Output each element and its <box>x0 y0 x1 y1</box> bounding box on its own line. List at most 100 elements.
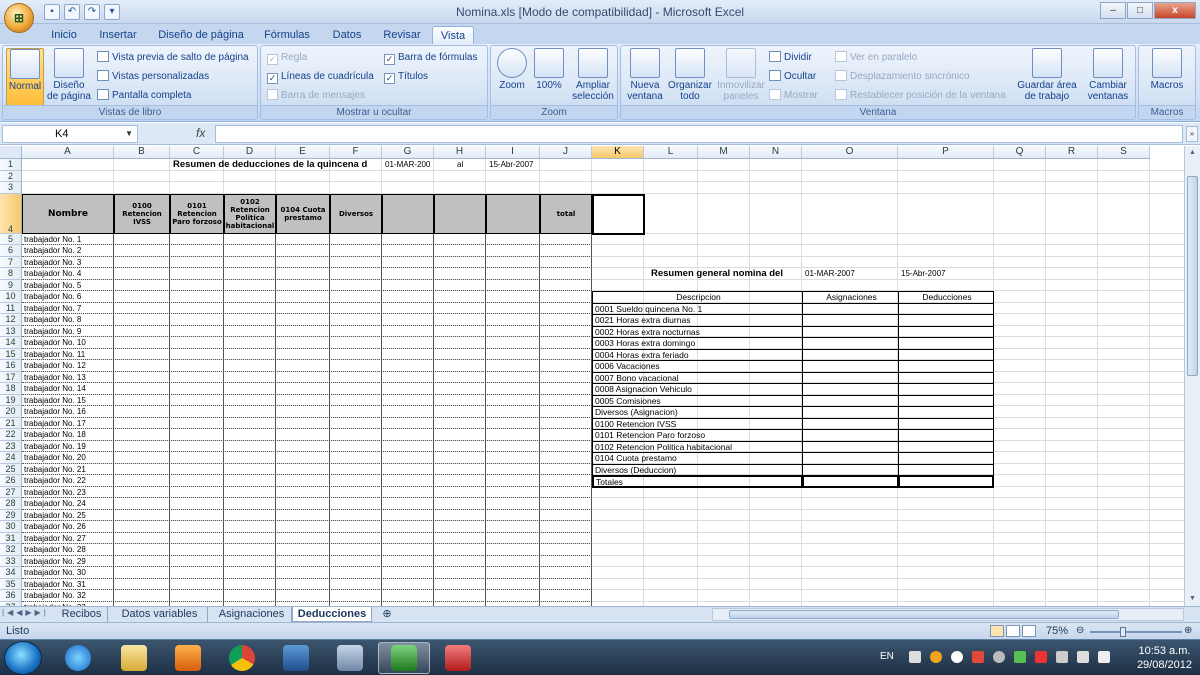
macros-button[interactable]: Macros <box>1145 48 1189 91</box>
gridlines-checkbox[interactable]: ✓ Líneas de cuadrícula <box>267 69 374 85</box>
reset-position-button[interactable]: Restablecer posición de la ventana <box>835 88 1006 104</box>
row-header[interactable]: 11 <box>0 302 22 314</box>
vertical-scrollbar[interactable]: ▲ ▼ <box>1184 146 1200 606</box>
column-header-l[interactable]: L <box>644 146 698 159</box>
zoom-slider[interactable] <box>1090 627 1182 637</box>
worksheet-grid[interactable]: A B C D E F G H I J K L M N O P Q R S 1 2 3 4 5 6 7 8 9 10 11 12 13 14 15… <box>0 146 1184 606</box>
row-header[interactable]: 21 <box>0 417 22 429</box>
language-indicator[interactable]: EN <box>880 651 894 663</box>
row-header[interactable]: 12 <box>0 314 22 326</box>
column-header-p[interactable]: P <box>898 146 994 159</box>
column-header-n[interactable]: N <box>750 146 802 159</box>
freeze-panes-button[interactable]: Inmovilizar paneles <box>715 48 767 102</box>
formula-input[interactable] <box>215 125 1183 143</box>
row-header[interactable]: 20 <box>0 406 22 418</box>
column-header-k[interactable]: K <box>592 146 644 159</box>
tab-formulas[interactable]: Fórmulas <box>258 26 316 44</box>
row-header[interactable]: 2 <box>0 170 22 182</box>
row-header[interactable]: 5 <box>0 233 22 245</box>
row-header[interactable]: 15 <box>0 348 22 360</box>
split-button[interactable]: Dividir <box>769 50 812 66</box>
tab-revisar[interactable]: Revisar <box>378 26 426 44</box>
taskbar-ie[interactable] <box>52 642 104 674</box>
save-workspace-button[interactable]: Guardar área de trabajo <box>1017 48 1077 102</box>
tray-gear-icon[interactable] <box>992 651 1005 663</box>
headings-checkbox[interactable]: ✓ Títulos <box>384 69 428 85</box>
row-header[interactable]: 33 <box>0 555 22 567</box>
row-header[interactable]: 8 <box>0 268 22 280</box>
vertical-scroll-thumb[interactable] <box>1187 176 1198 376</box>
full-screen-button[interactable]: Pantalla completa <box>97 88 192 104</box>
column-header-a[interactable]: A <box>22 146 114 159</box>
hide-button[interactable]: Ocultar <box>769 69 816 85</box>
tray-av-icon[interactable] <box>929 651 942 663</box>
taskbar-word[interactable] <box>270 642 322 674</box>
tray-flag-icon[interactable] <box>1034 651 1047 663</box>
selected-cell-k4[interactable] <box>592 193 645 235</box>
row-header[interactable]: 24 <box>0 452 22 464</box>
tray-alert-icon[interactable] <box>971 651 984 663</box>
row-header[interactable]: 23 <box>0 440 22 452</box>
office-button[interactable]: ⊞ <box>4 3 34 33</box>
column-header-m[interactable]: M <box>698 146 750 159</box>
column-header-s[interactable]: S <box>1098 146 1150 159</box>
switch-windows-button[interactable]: Cambiar ventanas <box>1083 48 1133 102</box>
close-button[interactable]: x <box>1154 2 1196 19</box>
row-header[interactable]: 17 <box>0 371 22 383</box>
tray-sync-icon[interactable] <box>1013 651 1026 663</box>
row-header[interactable]: 27 <box>0 486 22 498</box>
column-header-h[interactable]: H <box>434 146 486 159</box>
horizontal-scrollbar[interactable] <box>712 608 1184 621</box>
page-layout-button[interactable]: Diseño de página <box>47 48 91 102</box>
row-header[interactable]: 35 <box>0 578 22 590</box>
zoom-out-icon[interactable]: ⊖ <box>1076 625 1084 636</box>
scroll-down-icon[interactable]: ▼ <box>1186 592 1199 606</box>
tab-inicio[interactable]: Inicio <box>44 26 84 44</box>
row-header[interactable]: 16 <box>0 360 22 372</box>
zoom-level[interactable]: 75% <box>1046 625 1068 637</box>
unhide-button[interactable]: Mostrar <box>769 88 818 104</box>
insert-sheet-icon[interactable]: ⊕ <box>376 607 398 622</box>
row-header[interactable]: 13 <box>0 325 22 337</box>
tray-signal-icon[interactable] <box>1076 651 1089 663</box>
sheet-nav-icon[interactable]: |◀◀▶▶| <box>2 608 49 617</box>
name-box[interactable]: K4 ▼ <box>2 125 138 143</box>
tray-keyboard-icon[interactable] <box>908 651 921 663</box>
taskbar-excel[interactable] <box>378 642 430 674</box>
row-header[interactable]: 22 <box>0 429 22 441</box>
sheet-tab-recibos[interactable]: Recibos <box>56 607 108 622</box>
custom-views-button[interactable]: Vistas personalizadas <box>97 69 209 85</box>
row-header[interactable]: 28 <box>0 498 22 510</box>
tray-network-icon[interactable] <box>1055 651 1068 663</box>
row-header[interactable]: 32 <box>0 544 22 556</box>
maximize-button[interactable]: □ <box>1127 2 1153 19</box>
page-break-preview-button[interactable]: Vista previa de salto de página <box>97 50 249 66</box>
page-layout-icon-status[interactable] <box>1006 625 1020 637</box>
column-header-i[interactable]: I <box>486 146 540 159</box>
tab-diseno-pagina[interactable]: Diseño de página <box>152 26 250 44</box>
column-header-d[interactable]: D <box>224 146 276 159</box>
row-header[interactable]: 7 <box>0 256 22 268</box>
column-header-e[interactable]: E <box>276 146 330 159</box>
row-header[interactable]: 31 <box>0 532 22 544</box>
zoom-button[interactable]: Zoom <box>497 48 527 91</box>
name-box-dropdown-icon[interactable]: ▼ <box>125 126 133 142</box>
taskbar-calculator[interactable] <box>324 642 376 674</box>
row-header[interactable]: 26 <box>0 475 22 487</box>
normal-view-icon-status[interactable] <box>990 625 1004 637</box>
row-header[interactable]: 18 <box>0 383 22 395</box>
row-header[interactable]: 34 <box>0 567 22 579</box>
row-header[interactable]: 19 <box>0 394 22 406</box>
row-header[interactable]: 4 <box>0 193 22 234</box>
fx-icon[interactable]: fx <box>140 125 214 143</box>
row-header[interactable]: 25 <box>0 463 22 475</box>
row-header[interactable]: 29 <box>0 509 22 521</box>
sheet-tab-asignaciones[interactable]: Asignaciones <box>212 607 292 622</box>
side-by-side-button[interactable]: Ver en paralelo <box>835 50 917 66</box>
row-header[interactable]: 6 <box>0 245 22 257</box>
tray-clock-icon[interactable] <box>950 651 963 663</box>
formula-bar-checkbox[interactable]: ✓ Barra de fórmulas <box>384 50 477 66</box>
arrange-all-button[interactable]: Organizar todo <box>667 48 713 102</box>
horizontal-scroll-thumb[interactable] <box>729 610 1119 619</box>
zoom-in-icon[interactable]: ⊕ <box>1184 625 1192 636</box>
